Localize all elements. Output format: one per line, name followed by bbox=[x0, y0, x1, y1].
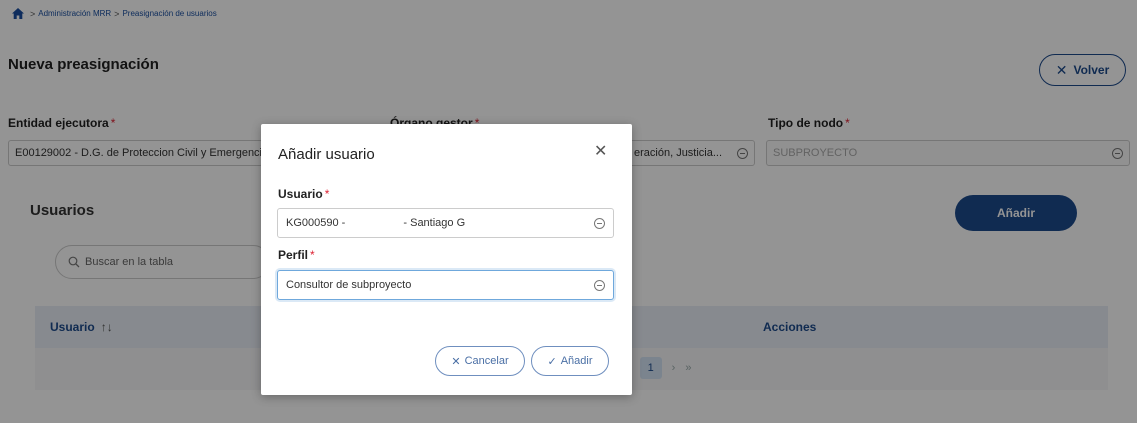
confirm-add-button[interactable]: ✓ Añadir bbox=[531, 346, 609, 376]
close-icon[interactable]: ✕ bbox=[594, 144, 607, 160]
cancel-icon: ✕ bbox=[451, 355, 461, 368]
cancel-button[interactable]: ✕ Cancelar bbox=[435, 346, 525, 376]
required-mark: * bbox=[310, 248, 315, 262]
page: > Administración MRR > Preasignación de … bbox=[0, 0, 1137, 423]
perfil-label-text: Perfil bbox=[278, 248, 309, 262]
usuario-value: KG000590 - - Santiago G bbox=[286, 217, 466, 229]
add-user-dialog: Añadir usuario ✕ Usuario * KG000590 - - S… bbox=[261, 124, 632, 395]
cancel-button-label: Cancelar bbox=[464, 355, 509, 367]
dialog-title: Añadir usuario bbox=[278, 146, 375, 163]
confirm-add-button-label: Añadir bbox=[560, 355, 593, 367]
clear-icon[interactable] bbox=[594, 279, 605, 291]
perfil-label: Perfil * bbox=[278, 248, 315, 262]
usuario-label-text: Usuario bbox=[278, 187, 323, 201]
usuario-select[interactable]: KG000590 - - Santiago G bbox=[277, 208, 614, 238]
perfil-value: Consultor de subproyecto bbox=[286, 279, 412, 291]
required-mark: * bbox=[324, 187, 330, 201]
usuario-label: Usuario * bbox=[278, 187, 329, 201]
perfil-select[interactable]: Consultor de subproyecto bbox=[277, 270, 614, 300]
check-icon: ✓ bbox=[547, 355, 557, 368]
clear-icon[interactable] bbox=[594, 217, 605, 229]
